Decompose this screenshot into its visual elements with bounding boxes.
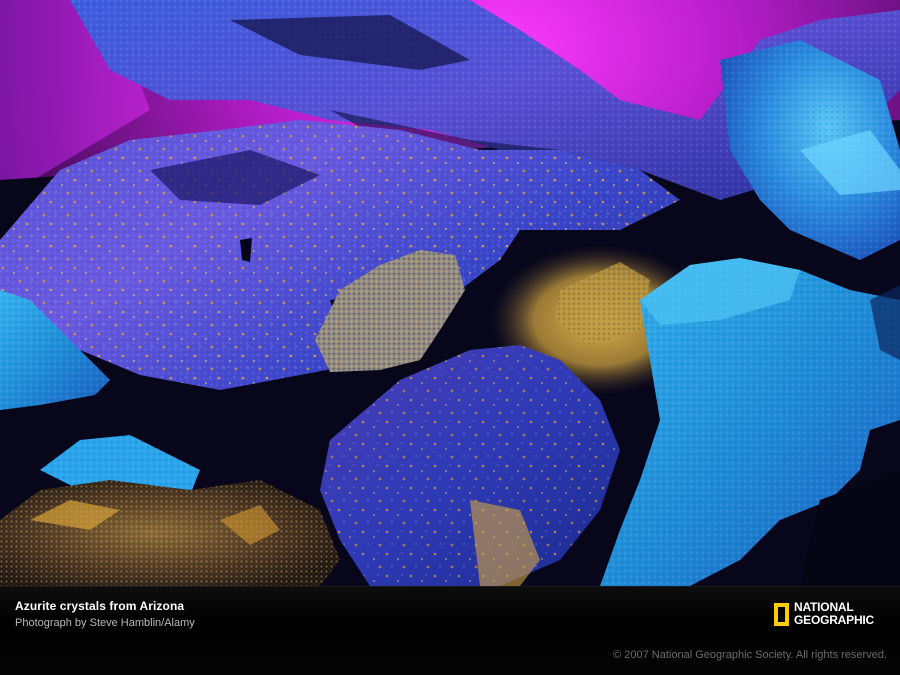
caption-bar: Azurite crystals from Arizona Photograph… <box>0 586 900 675</box>
photo-title: Azurite crystals from Arizona <box>15 599 185 613</box>
yellow-frame-icon <box>774 602 789 626</box>
azurite-photo <box>0 0 900 586</box>
copyright-notice: © 2007 National Geographic Society. All … <box>613 649 887 661</box>
logo-wordmark: NATIONAL GEOGRAPHIC <box>794 601 874 627</box>
azurite-photo-drawing <box>0 0 900 586</box>
wallpaper-frame: Azurite crystals from Arizona Photograph… <box>0 0 900 675</box>
logo-line-2: GEOGRAPHIC <box>794 613 875 627</box>
photo-credit: Photograph by Steve Hamblin/Alamy <box>15 617 195 629</box>
national-geographic-logo: NATIONAL GEOGRAPHIC <box>774 599 874 629</box>
